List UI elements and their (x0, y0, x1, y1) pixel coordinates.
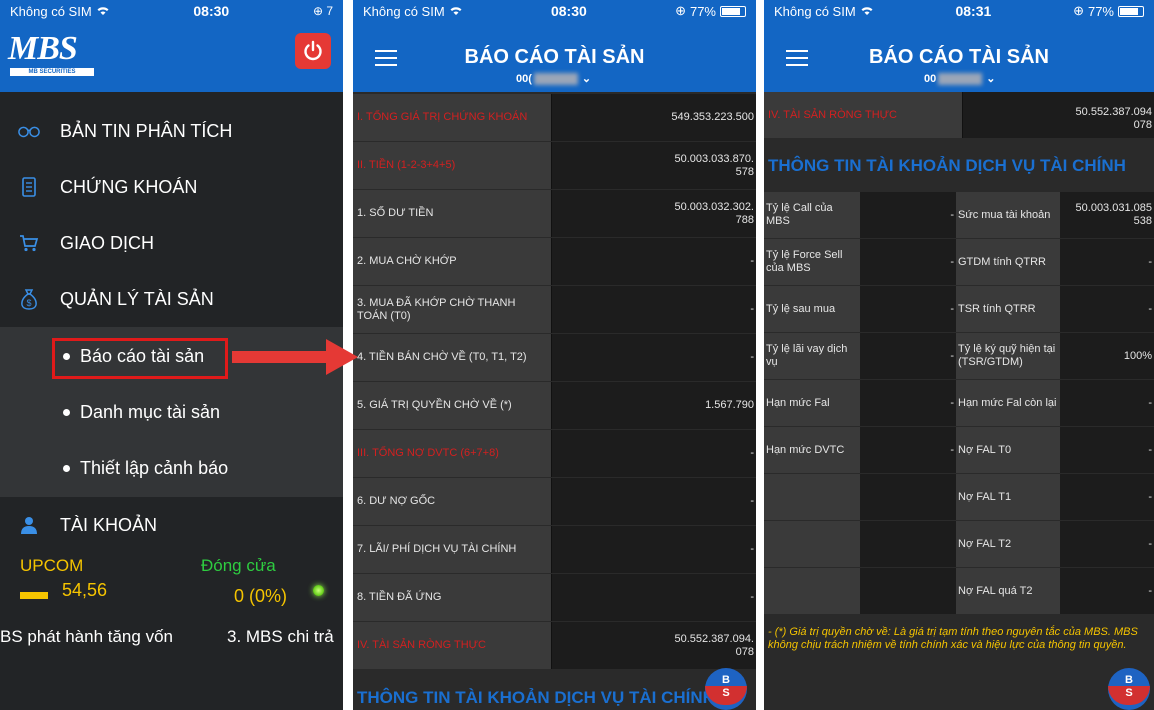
grid-row: Nợ FAL T1- (764, 474, 1154, 520)
battery-icon (720, 5, 746, 17)
table-row: III. TỔNG NỢ DVTC (6+7+8) - (353, 430, 756, 477)
menu-item-label: GIAO DỊCH (60, 232, 155, 253)
market-status: Đóng cửa (201, 556, 276, 575)
submenu-item-alert-settings[interactable]: Thiết lập cảnh báo (63, 458, 228, 479)
buy-sell-button[interactable]: BS (705, 668, 747, 710)
submenu-label: Danh mục tài sản (80, 402, 221, 422)
table-row: 8. TIỀN ĐÃ ỨNG - (353, 574, 756, 621)
app-bar: Không có SIM 08:30 ⊕ 77% BÁO CÁO TÀI SẢN … (353, 0, 756, 92)
rotation-lock-icon: ⊕ 7 (312, 4, 333, 18)
grid-row: Tỷ lệ lãi vay dịch vụ - Tỷ lệ ký quỹ hiện … (764, 333, 1154, 379)
table-row: 2. MUA CHỜ KHỚP - (353, 238, 756, 285)
rotation-lock-icon: ⊕ (675, 3, 686, 18)
submenu-item-asset-portfolio[interactable]: Danh mục tài sản (63, 402, 220, 423)
red-arrow-icon (232, 339, 358, 375)
grid-row: Tỷ lệ Call của MBS - Sức mua tài khoản 50.0… (764, 192, 1154, 238)
wifi-icon (450, 7, 462, 15)
power-icon (304, 40, 322, 61)
table-row: I. TỔNG GIÁ TRỊ CHỨNG KHOÁN 549.353.223.5… (353, 94, 756, 141)
carrier-label: Không có SIM (774, 3, 856, 19)
section-title: THÔNG TIN TÀI KHOẢN DỊCH VỤ TÀI CHÍNH (357, 688, 715, 707)
index-name: UPCOM (20, 556, 84, 575)
money-bag-icon: $ (18, 288, 40, 310)
status-bar: Không có SIM 08:30 ⊕ 7 (0, 0, 343, 22)
battery-percent: 77% (1087, 3, 1114, 19)
menu-item-asset-management[interactable]: $ QUẢN LÝ TÀI SẢN (0, 271, 343, 327)
table-row: 1. SỐ DƯ TIỀN 50.003.032.302. 788 (353, 190, 756, 237)
wifi-icon (97, 7, 109, 15)
logout-button[interactable] (295, 33, 331, 69)
table-row: 5. GIÁ TRỊ QUYỀN CHỜ VỀ (*) 1.567.790 (353, 382, 756, 429)
grid-row: Tỷ lệ sau mua - TSR tính QTRR - (764, 286, 1154, 332)
news-ticker-item[interactable]: BS phát hành tăng vốn (0, 627, 173, 647)
clock: 08:31 (955, 3, 992, 19)
grid-row: Nợ FAL T2- (764, 521, 1154, 567)
glasses-icon (18, 120, 40, 142)
account-selector[interactable]: 00( ⌄ (516, 72, 591, 85)
page-title: BÁO CÁO TÀI SẢN (869, 46, 1049, 68)
app-bar: Không có SIM 08:31 ⊕ 77% BÁO CÁO TÀI SẢN … (764, 0, 1154, 92)
submenu-label: Thiết lập cảnh báo (80, 458, 229, 478)
chevron-down-icon: ⌄ (581, 73, 592, 85)
mbs-logo: MBS MB SECURITIES (8, 30, 98, 80)
buy-sell-button[interactable]: BS (1108, 668, 1150, 710)
menu-item-label: BẢN TIN PHÂN TÍCH (60, 120, 233, 141)
account-selector[interactable]: 00 ⌄ (924, 72, 995, 85)
carrier-label: Không có SIM (10, 3, 92, 19)
cart-icon (18, 232, 40, 254)
menu-item-label: TÀI KHOẢN (60, 514, 158, 535)
account-number: 00 (924, 72, 937, 85)
grid-row: Nợ FAL quá T2- (764, 568, 1154, 614)
carrier-label: Không có SIM (363, 3, 445, 19)
table-row: 6. DƯ NỢ GỐC - (353, 478, 756, 525)
user-icon (18, 514, 40, 536)
masked-account (533, 72, 578, 85)
rotation-lock-icon: ⊕ (1073, 3, 1084, 18)
menu-item-trading[interactable]: GIAO DỊCH (0, 215, 343, 271)
grid-row: Hạn mức DVTC - Nợ FAL T0- (764, 427, 1154, 473)
menu-item-account[interactable]: TÀI KHOẢN (0, 497, 343, 553)
status-led-icon (313, 585, 324, 596)
status-bar: Không có SIM 08:31 ⊕ 77% (764, 0, 1154, 22)
disclaimer-note: - (*) Giá trị quyền chờ về: Là giá trị t… (768, 626, 1138, 651)
document-icon (18, 176, 40, 198)
menu-item-securities[interactable]: CHỨNG KHOÁN (0, 159, 343, 215)
status-bar: Không có SIM 08:30 ⊕ 77% (353, 0, 756, 22)
grid-row: Hạn mức Fal - Hạn mức Fal còn lại - (764, 380, 1154, 426)
index-change: 0 (0%) (234, 586, 288, 606)
flat-indicator (20, 592, 48, 599)
table-row: IV. TÀI SẢN RÒNG THỰC 50.552.387.094 078 (764, 92, 1154, 138)
index-value: 54,56 (62, 580, 108, 600)
bullet (63, 409, 70, 416)
asset-report-screen: Không có SIM 08:30 ⊕ 77% BÁO CÁO TÀI SẢN … (353, 0, 756, 710)
grid-row: Tỷ lệ Force Sell của MBS - GTDM tính QTRR - (764, 239, 1154, 285)
asset-report-screen-scrolled: Không có SIM 08:31 ⊕ 77% BÁO CÁO TÀI SẢN … (764, 0, 1154, 710)
wifi-icon (861, 7, 873, 15)
chevron-down-icon: ⌄ (986, 73, 996, 85)
menu-item-analysis[interactable]: BẢN TIN PHÂN TÍCH (0, 103, 343, 159)
masked-account (938, 72, 983, 85)
page-title: BÁO CÁO TÀI SẢN (464, 46, 645, 68)
menu-item-label: QUẢN LÝ TÀI SẢN (60, 288, 214, 309)
news-ticker-item[interactable]: 3. MBS chi trả (227, 627, 334, 647)
svg-text:$: $ (26, 298, 31, 308)
bullet (63, 465, 70, 472)
table-row: 3. MUA ĐÃ KHỚP CHỜ THANH TOÁN (T0) - (353, 286, 756, 333)
table-row: II. TIỀN (1-2-3+4+5) 50.003.033.870. 578 (353, 142, 756, 189)
menu-header: Không có SIM 08:30 ⊕ 7 MBS MB SECURITIES (0, 0, 343, 92)
table-row: IV. TÀI SẢN RÒNG THỰC 50.552.387.094. 078 (353, 622, 756, 669)
battery-percent: 77% (689, 3, 716, 19)
menu-item-label: CHỨNG KHOÁN (60, 176, 198, 197)
highlight-box (52, 338, 228, 379)
account-number: 00( (516, 72, 532, 85)
table-row: 7. LÃI/ PHÍ DỊCH VỤ TÀI CHÍNH - (353, 526, 756, 573)
clock: 08:30 (550, 3, 587, 19)
battery-icon (1118, 5, 1144, 17)
section-title: THÔNG TIN TÀI KHOẢN DỊCH VỤ TÀI CHÍNH (768, 156, 1126, 175)
clock: 08:30 (193, 3, 230, 19)
table-row: 4. TIỀN BÁN CHỜ VỀ (T0, T1, T2) - (353, 334, 756, 381)
